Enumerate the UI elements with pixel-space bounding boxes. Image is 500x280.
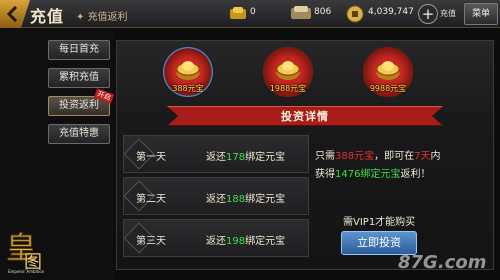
svg-text:Emperor Ambition: Emperor Ambition	[8, 269, 45, 274]
sidebar-item-investment-rebate[interactable]: 投资返利 开启	[48, 88, 115, 116]
back-button[interactable]	[0, 0, 30, 28]
tier-label: 388元宝	[172, 84, 204, 93]
recharge-label[interactable]: 充值	[440, 8, 456, 19]
tier-option-1988[interactable]: 1988元宝	[263, 47, 313, 101]
sidebar-item-recharge-special[interactable]: 充值特惠	[48, 124, 110, 144]
day-reward: 返还188绑定元宝	[206, 194, 286, 205]
tier-option-9988[interactable]: 9988元宝	[363, 47, 413, 101]
info-line-2: 获得1476绑定元宝返利！	[315, 169, 431, 180]
day-label: 第二天	[136, 194, 166, 205]
game-logo: 皇 图 Emperor Ambition	[6, 231, 45, 275]
plus-icon: +	[421, 5, 435, 23]
tier-label: 1988元宝	[269, 84, 307, 93]
coin-count: 4,039,747	[368, 7, 414, 17]
day-row-3: 第三天 返还198绑定元宝	[123, 219, 309, 257]
silver-ingot-count: 806	[314, 7, 332, 17]
silver-ingot-icon	[291, 6, 311, 19]
gold-ingot-count: 0	[250, 7, 256, 17]
day-row-1: 第一天 返还178绑定元宝	[123, 135, 309, 173]
coin-icon	[346, 5, 364, 23]
top-bar: 充值 ✦ 充值返利 0 806 4,039,747 + 充值 菜单	[0, 0, 500, 28]
investment-panel: 388元宝 1988元宝 9988元宝 投资详情 第一天 返还178绑定元宝 第…	[116, 40, 494, 270]
tier-label: 9988元宝	[369, 84, 407, 93]
day-reward: 返还178绑定元宝	[206, 152, 286, 163]
day-reward: 返还198绑定元宝	[206, 236, 286, 247]
gold-ingot-icon	[230, 7, 246, 19]
sidebar-item-daily-first-recharge[interactable]: 每日首充	[48, 40, 110, 60]
page-subtitle: ✦ 充值返利	[76, 12, 128, 23]
info-line-1: 只需388元宝，即可在7天内	[315, 151, 441, 162]
chevron-left-icon	[6, 6, 18, 22]
day-label: 第一天	[136, 152, 166, 163]
gold-ingot-icon	[275, 61, 301, 80]
tier-option-388[interactable]: 388元宝	[163, 47, 213, 101]
gold-ingot-icon	[375, 61, 401, 80]
tier-row: 388元宝 1988元宝 9988元宝	[117, 41, 493, 113]
day-label: 第三天	[136, 236, 166, 247]
page-title: 充值	[30, 7, 65, 26]
day-row-2: 第二天 返还188绑定元宝	[123, 177, 309, 215]
gold-ingot-icon	[175, 61, 201, 80]
menu-button[interactable]: 菜单	[464, 3, 498, 25]
vip-requirement: 需VIP1才能购买	[343, 217, 416, 228]
detail-title: 投资详情	[281, 110, 329, 123]
add-currency-button[interactable]: +	[418, 4, 438, 24]
watermark: 87G.com	[398, 252, 487, 273]
sidebar-item-cumulative-recharge[interactable]: 累积充值	[48, 68, 110, 88]
